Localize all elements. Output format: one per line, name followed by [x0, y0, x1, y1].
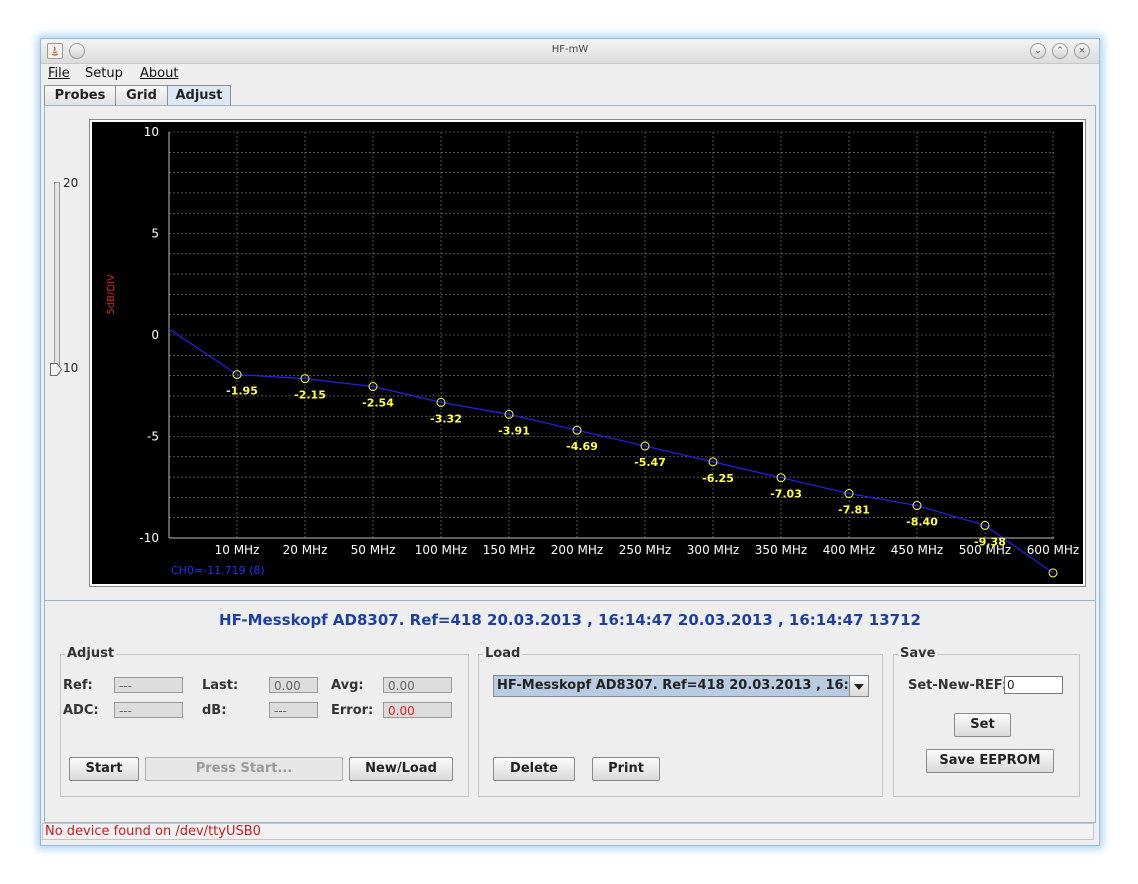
load-group-title: Load [483, 646, 523, 661]
channel-readout: CH0=-11.719 (8) [171, 564, 265, 577]
data-label: -5.47 [634, 456, 666, 469]
slider-max-label: 20 [63, 176, 79, 190]
data-label: -8.40 [906, 516, 938, 529]
data-label: -6.25 [702, 472, 734, 485]
new-load-button[interactable]: New/Load [349, 757, 453, 781]
set-new-ref-label: Set-New-REF: [908, 678, 1008, 693]
data-label: -3.32 [430, 412, 462, 425]
tab-grid[interactable]: Grid [115, 85, 168, 105]
y-tick-label: -10 [139, 531, 159, 545]
slider-value-label: 10 [63, 361, 79, 375]
saved-probe-select-value: HF-Messkopf AD8307. Ref=418 20.03.2013 ,… [497, 678, 869, 693]
x-tick-label: 450 MHz [891, 543, 943, 557]
menu-file[interactable]: File [48, 66, 70, 81]
delete-button[interactable]: Delete [493, 757, 575, 781]
app-window: HF-mW ⌄ ⌃ × File Setup About Probes Grid… [40, 38, 1100, 846]
save-group: Save Set-New-REF: 0 Set Save EEPROM [893, 646, 1080, 797]
press-start-button[interactable]: Press Start... [145, 757, 343, 781]
set-new-ref-input[interactable]: 0 [1004, 676, 1063, 694]
adc-field: --- [114, 702, 183, 718]
menu-bar: File Setup About [41, 64, 1099, 84]
probe-info-text: HF-Messkopf AD8307. Ref=418 20.03.2013 ,… [219, 611, 921, 629]
adjust-panel: 20 10 10 5 0 -5 -10 10 MHz 20 MHz 50 MHz 100 MHz… [44, 105, 1096, 823]
y-axis-label: 5dB/DIV [106, 274, 117, 315]
data-label: -9.38 [974, 535, 1006, 548]
adjust-group: Adjust Ref: --- ADC: --- Last: 0.00 dB: … [60, 646, 469, 797]
adjust-group-title: Adjust [65, 646, 117, 661]
db-field: --- [269, 702, 318, 718]
data-label: -1.95 [226, 385, 258, 398]
y-tick-label: 5 [151, 227, 159, 241]
menu-about[interactable]: About [140, 66, 178, 81]
data-label: -7.81 [838, 504, 870, 517]
save-group-title: Save [898, 646, 938, 661]
x-tick-label: 400 MHz [823, 543, 875, 557]
menu-setup[interactable]: Setup [85, 66, 123, 81]
last-label: Last: [202, 678, 239, 693]
frequency-response-chart: 10 5 0 -5 -10 10 MHz 20 MHz 50 MHz 100 MHz 150 MH… [89, 119, 1086, 587]
data-label: -2.15 [294, 389, 326, 402]
avg-field: 0.00 [383, 677, 452, 693]
x-tick-label: 10 MHz [215, 543, 260, 557]
last-field: 0.00 [269, 677, 318, 693]
slider-track[interactable] [54, 182, 60, 374]
minimize-icon[interactable]: ⌄ [1030, 43, 1046, 59]
data-label: -7.03 [770, 488, 802, 501]
chart-svg: 10 5 0 -5 -10 10 MHz 20 MHz 50 MHz 100 MHz 150 MH… [106, 125, 1079, 578]
load-group: Load HF-Messkopf AD8307. Ref=418 20.03.2… [478, 646, 883, 797]
print-button[interactable]: Print [592, 757, 660, 781]
x-tick-label: 250 MHz [619, 543, 671, 557]
x-tick-label: 350 MHz [755, 543, 807, 557]
x-tick-label: 300 MHz [687, 543, 739, 557]
y-tick-label: 0 [151, 328, 159, 342]
x-tick-label: 200 MHz [551, 543, 603, 557]
window-title: HF-mW [551, 44, 589, 55]
ref-field: --- [114, 677, 183, 693]
save-eeprom-button[interactable]: Save EEPROM [926, 749, 1054, 773]
title-bar: HF-mW ⌄ ⌃ × [41, 39, 1099, 64]
start-button[interactable]: Start [69, 757, 139, 781]
close-icon[interactable]: × [1074, 43, 1090, 59]
x-tick-label: 100 MHz [415, 543, 467, 557]
x-tick-label: 600 MHz [1027, 543, 1079, 557]
ref-label: Ref: [63, 678, 93, 693]
separator [45, 600, 1095, 601]
tab-adjust[interactable]: Adjust [167, 85, 231, 106]
data-label: -4.69 [566, 440, 598, 453]
x-tick-label: 50 MHz [351, 543, 396, 557]
data-label: -3.91 [498, 424, 530, 437]
error-label: Error: [331, 703, 374, 718]
chevron-down-icon[interactable] [849, 676, 868, 696]
error-field: 0.00 [383, 702, 452, 718]
saved-probe-select[interactable]: HF-Messkopf AD8307. Ref=418 20.03.2013 ,… [493, 675, 869, 697]
db-label: dB: [202, 703, 227, 718]
status-bar: No device found on /dev/ttyUSB0 [42, 823, 1094, 840]
maximize-icon[interactable]: ⌃ [1052, 43, 1068, 59]
data-label: -2.54 [362, 397, 394, 410]
tab-probes[interactable]: Probes [44, 85, 116, 105]
y-tick-label: 10 [144, 125, 159, 139]
series-line [168, 328, 1054, 574]
x-tick-label: 150 MHz [483, 543, 535, 557]
adc-label: ADC: [63, 703, 99, 718]
y-tick-label: -5 [147, 430, 159, 444]
avg-label: Avg: [331, 678, 364, 693]
x-tick-label: 20 MHz [283, 543, 328, 557]
slider-thumb[interactable] [50, 363, 62, 376]
set-button[interactable]: Set [954, 713, 1011, 737]
